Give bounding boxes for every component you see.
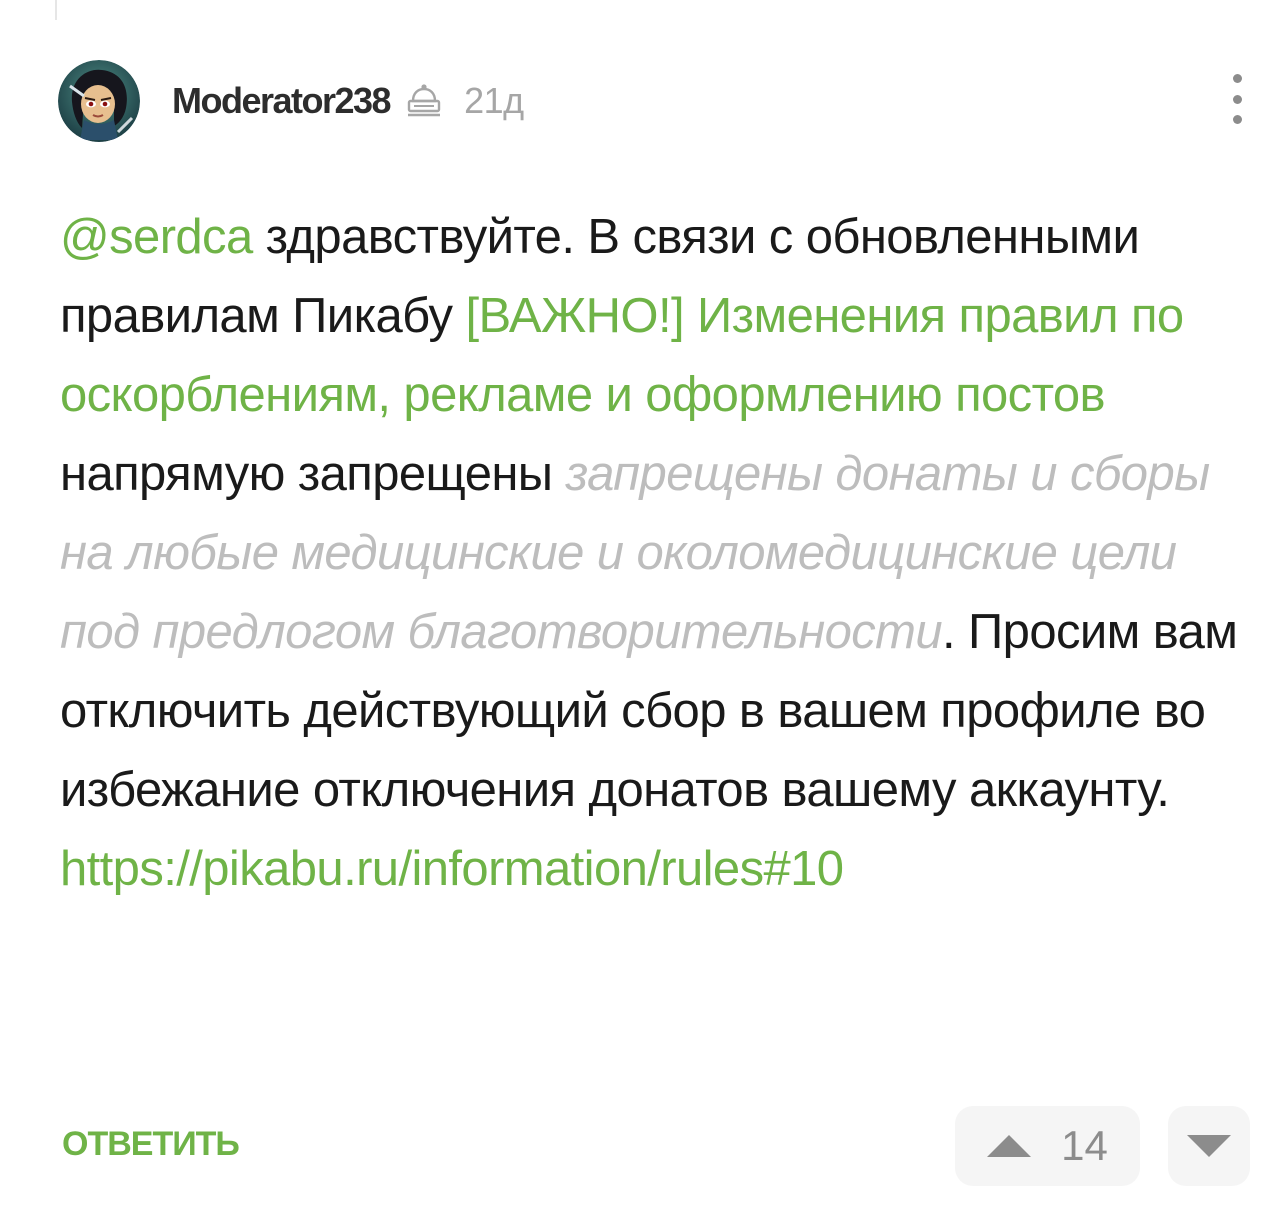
arrow-up-icon bbox=[987, 1135, 1032, 1157]
comment-body: @serdca здравствуйте. В связи с обновлен… bbox=[60, 198, 1260, 909]
reply-button[interactable]: ОТВЕТИТЬ bbox=[62, 1125, 240, 1164]
avatar-image bbox=[58, 60, 140, 142]
author-name[interactable]: Moderator238 bbox=[172, 80, 392, 122]
comment-text: напрямую запрещены bbox=[60, 447, 566, 501]
moderator-cap-icon bbox=[404, 81, 444, 121]
more-vertical-icon bbox=[1232, 74, 1242, 83]
downvote-button[interactable] bbox=[1168, 1106, 1250, 1186]
rules-url-link[interactable]: https://pikabu.ru/information/rules#10 bbox=[60, 842, 844, 896]
thread-line bbox=[55, 0, 57, 20]
arrow-down-icon bbox=[1187, 1135, 1231, 1157]
avatar[interactable] bbox=[58, 60, 140, 142]
user-mention-link[interactable]: @serdca bbox=[60, 210, 253, 264]
upvote-button[interactable]: 14 bbox=[955, 1106, 1140, 1186]
more-options-button[interactable] bbox=[1222, 74, 1252, 124]
comment-header: Moderator238 21д bbox=[58, 58, 524, 144]
comment-time: 21д bbox=[464, 80, 524, 121]
rating-count: 14 bbox=[1061, 1122, 1108, 1169]
